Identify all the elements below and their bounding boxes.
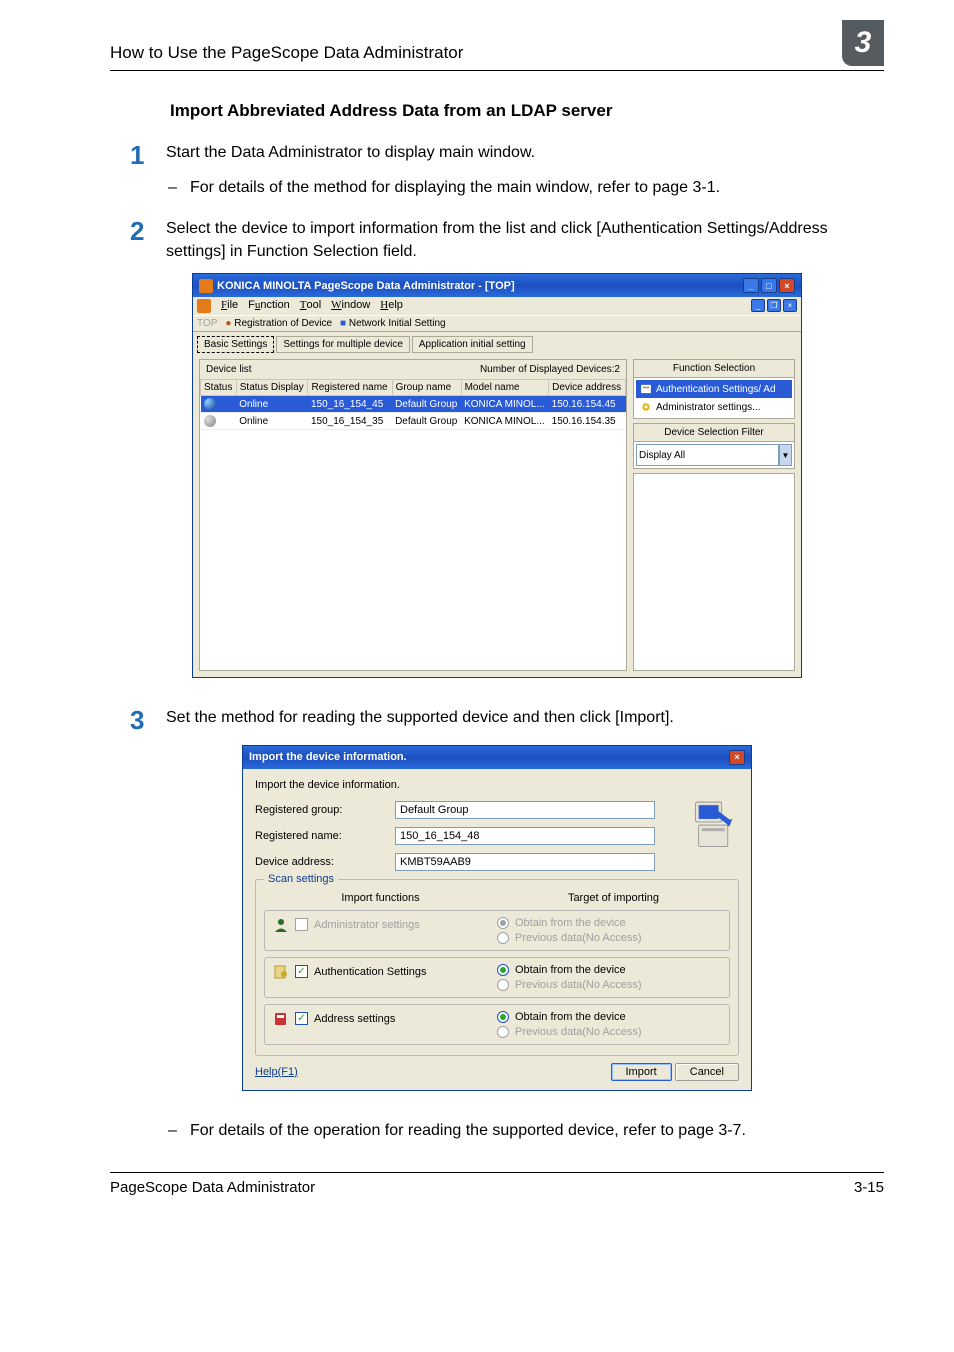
device-filter-title: Device Selection Filter	[634, 424, 794, 442]
registered-group-label: Registered group:	[255, 804, 395, 816]
footer-page-number: 3-15	[854, 1179, 884, 1196]
close-icon[interactable]: ×	[729, 750, 745, 765]
registered-name-label: Registered name:	[255, 830, 395, 842]
registered-group-value: Default Group	[395, 801, 655, 819]
tab-multiple-device[interactable]: Settings for multiple device	[276, 336, 410, 353]
tab-basic-settings[interactable]: Basic Settings	[197, 336, 274, 353]
checkbox-admin-settings	[295, 918, 308, 931]
device-address-label: Device address:	[255, 856, 395, 868]
step-1-number: 1	[130, 141, 166, 170]
bullet-dash: –	[168, 1119, 190, 1142]
function-admin-settings[interactable]: Administrator settings...	[636, 398, 792, 416]
step-3-text: Set the method for reading the supported…	[166, 706, 884, 735]
col-model-name[interactable]: Model name	[461, 380, 549, 396]
app-icon	[197, 299, 211, 313]
auth-key-icon	[273, 964, 289, 980]
table-row[interactable]: Online 150_16_154_35 Default Group KONIC…	[201, 413, 626, 430]
address-settings-label: Address settings	[314, 1013, 395, 1025]
footer-left: PageScope Data Administrator	[110, 1179, 315, 1196]
tab-application-initial[interactable]: Application initial setting	[412, 336, 533, 353]
radio-previous	[497, 979, 509, 991]
col-group-name[interactable]: Group name	[392, 380, 461, 396]
function-auth-settings[interactable]: Authentication Settings/ Ad	[636, 380, 792, 398]
dialog-title: Import the device information.	[249, 751, 407, 763]
step-3-sub: For details of the operation for reading…	[190, 1119, 746, 1142]
status-online-icon	[204, 415, 216, 427]
device-count: Number of Displayed Devices:2	[480, 364, 620, 375]
step-1-sub: For details of the method for displaying…	[190, 176, 720, 199]
toolbar-top[interactable]: TOP	[197, 318, 217, 329]
col-registered-name[interactable]: Registered name	[308, 380, 392, 396]
step-1-text: Start the Data Administrator to display …	[166, 141, 884, 170]
screenshot-main-window: KONICA MINOLTA PageScope Data Administra…	[192, 273, 802, 678]
registered-name-value: 150_16_154_48	[395, 827, 655, 845]
col-status-display[interactable]: Status Display	[236, 380, 308, 396]
step-2-text: Select the device to import information …	[166, 217, 884, 263]
radio-previous	[497, 932, 509, 944]
toolbar-registration[interactable]: ● Registration of Device	[225, 318, 332, 329]
col-status[interactable]: Status	[201, 380, 237, 396]
menu-file[interactable]: File	[221, 299, 238, 313]
device-list-label: Device list	[206, 364, 252, 375]
radio-obtain[interactable]	[497, 964, 509, 976]
step-2-number: 2	[130, 217, 166, 263]
col-import-functions: Import functions	[264, 892, 497, 904]
device-address-value: KMBT59AAB9	[395, 853, 655, 871]
import-button[interactable]: Import	[611, 1063, 672, 1081]
admin-settings-label: Administrator settings	[314, 919, 420, 931]
address-book-icon	[273, 1011, 289, 1027]
step-3-number: 3	[130, 706, 166, 735]
checkbox-address-settings[interactable]: ✓	[295, 1012, 308, 1025]
checkbox-auth-settings[interactable]: ✓	[295, 965, 308, 978]
menu-tool[interactable]: Tool	[300, 299, 321, 313]
toolbar-network-initial[interactable]: ■ Network Initial Setting	[340, 318, 446, 329]
auth-settings-label: Authentication Settings	[314, 966, 427, 978]
close-icon[interactable]: ×	[779, 278, 795, 293]
running-header: How to Use the PageScope Data Administra…	[110, 43, 463, 63]
admin-person-icon	[273, 917, 289, 933]
help-link[interactable]: Help(F1)	[255, 1066, 298, 1078]
mdi-restore-icon[interactable]: ❐	[767, 299, 781, 312]
minimize-icon[interactable]: _	[743, 278, 759, 293]
menu-help[interactable]: Help	[380, 299, 403, 313]
status-online-icon	[204, 398, 216, 410]
admin-icon	[640, 401, 652, 413]
section-title: Import Abbreviated Address Data from an …	[170, 101, 884, 121]
mdi-close-icon[interactable]: ×	[783, 299, 797, 312]
radio-previous	[497, 1026, 509, 1038]
scan-settings-legend: Scan settings	[264, 873, 338, 885]
bullet-dash: –	[168, 176, 190, 199]
computer-icon	[691, 799, 737, 853]
filter-select[interactable]	[636, 444, 779, 466]
auth-icon	[640, 383, 652, 395]
screenshot-import-dialog: Import the device information. × Import …	[242, 745, 752, 1091]
chapter-number: 3	[842, 20, 884, 66]
menu-window[interactable]: Window	[331, 299, 370, 313]
table-row[interactable]: Online 150_16_154_45 Default Group KONIC…	[201, 396, 626, 413]
window-title: KONICA MINOLTA PageScope Data Administra…	[199, 279, 515, 293]
dialog-heading: Import the device information.	[255, 779, 739, 791]
menu-function[interactable]: Function	[248, 299, 290, 313]
device-table: Status Status Display Registered name Gr…	[200, 379, 626, 430]
col-target-importing: Target of importing	[497, 892, 730, 904]
function-selection-title: Function Selection	[634, 360, 794, 378]
chevron-down-icon[interactable]: ▼	[779, 444, 792, 466]
col-device-address[interactable]: Device address	[549, 380, 626, 396]
mdi-minimize-icon[interactable]: _	[751, 299, 765, 312]
maximize-icon[interactable]: □	[761, 278, 777, 293]
radio-obtain	[497, 917, 509, 929]
cancel-button[interactable]: Cancel	[675, 1063, 739, 1081]
radio-obtain[interactable]	[497, 1011, 509, 1023]
